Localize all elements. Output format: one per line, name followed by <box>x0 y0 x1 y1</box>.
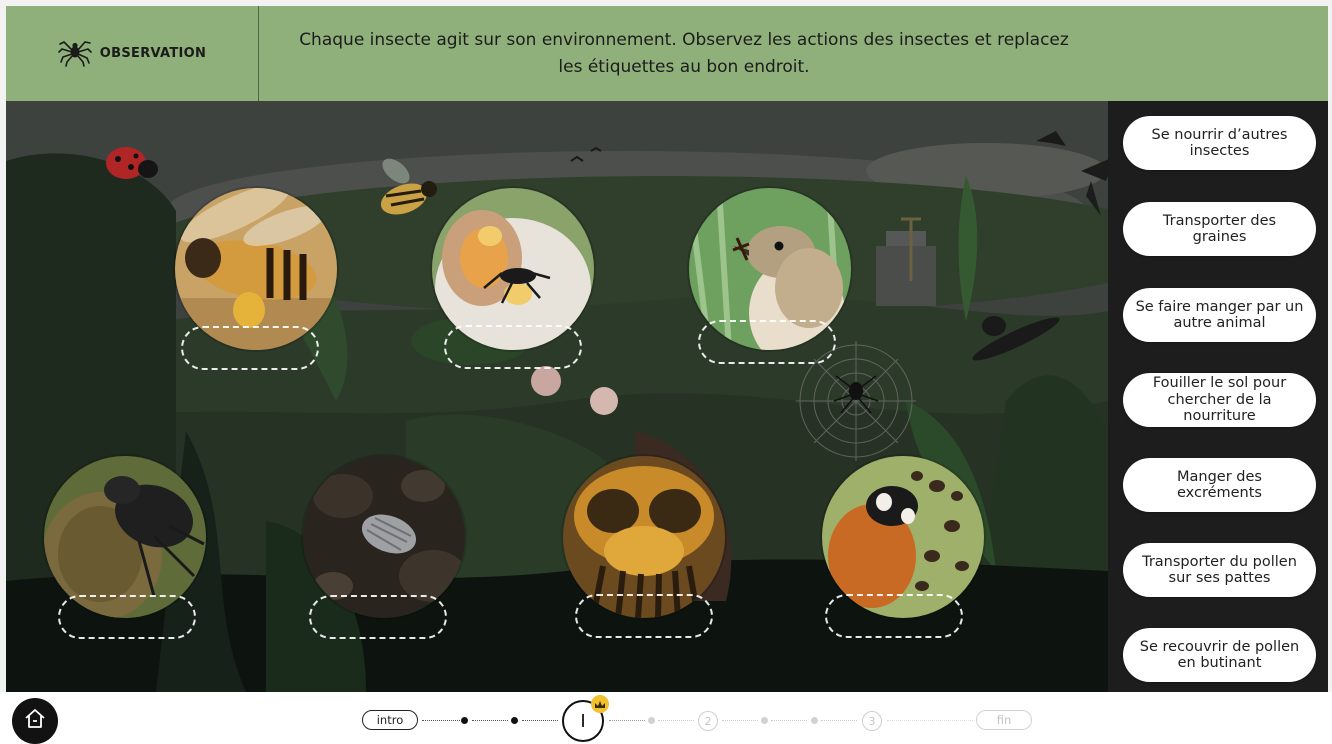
drop-slot-7[interactable] <box>825 594 963 638</box>
photo-woodlouse <box>303 456 465 618</box>
illustrated-scene <box>6 101 1108 692</box>
drop-slot-1[interactable] <box>181 326 319 370</box>
instruction-text: Chaque insecte agit sur son environnemen… <box>299 29 1069 77</box>
home-button[interactable] <box>12 698 58 744</box>
progress-step-3: 3 <box>862 711 882 731</box>
label-chip-5[interactable]: Manger des excréments <box>1123 458 1316 512</box>
section-header: OBSERVATION <box>6 6 259 101</box>
drop-slot-6[interactable] <box>575 594 713 638</box>
label-chip-7[interactable]: Se recouvrir de pollen en butinant <box>1123 628 1316 682</box>
activity-frame: OBSERVATION Chaque insecte agit sur son … <box>6 6 1328 692</box>
section-title: OBSERVATION <box>99 46 207 61</box>
progress-end: fin <box>976 710 1032 730</box>
photo-dung-beetle <box>44 456 206 618</box>
header-bar: OBSERVATION Chaque insecte agit sur son … <box>6 6 1328 101</box>
home-icon <box>23 707 47 735</box>
progress-intro[interactable]: intro <box>362 710 418 730</box>
progress-dot-done[interactable] <box>511 717 518 724</box>
drop-slot-4[interactable] <box>58 595 196 639</box>
progress-connector <box>522 720 558 721</box>
progress-dot-upcoming <box>648 717 655 724</box>
progress-connector <box>422 720 460 721</box>
label-chip-4[interactable]: Fouiller le sol pour chercher de la nour… <box>1123 373 1316 427</box>
drop-slot-5[interactable] <box>309 595 447 639</box>
progress-connector <box>609 720 645 721</box>
progress-connector <box>658 720 694 721</box>
crown-icon <box>594 695 606 714</box>
progress-dot-upcoming <box>811 717 818 724</box>
progress-dot-done[interactable] <box>461 717 468 724</box>
drop-slot-2[interactable] <box>444 325 582 369</box>
progress-track: intro I 2 3 fin <box>360 695 1040 742</box>
spider-icon <box>57 37 92 71</box>
label-chip-2[interactable]: Transporter des graines <box>1123 202 1316 256</box>
label-chip-3[interactable]: Se faire manger par un autre animal <box>1123 288 1316 342</box>
label-chip-6[interactable]: Transporter du pollen sur ses pattes <box>1123 543 1316 597</box>
progress-step-2: 2 <box>698 711 718 731</box>
label-chip-1[interactable]: Se nourrir d’autres insectes <box>1123 116 1316 170</box>
current-step-label: I <box>580 710 586 732</box>
progress-connector <box>472 720 508 721</box>
progress-connector <box>887 720 973 721</box>
footer-bar: intro I 2 3 fin <box>0 692 1332 744</box>
progress-connector <box>722 720 758 721</box>
crown-badge <box>591 695 609 713</box>
progress-connector <box>821 720 857 721</box>
progress-connector <box>771 720 807 721</box>
drop-slot-3[interactable] <box>698 320 836 364</box>
progress-dot-upcoming <box>761 717 768 724</box>
label-panel: Se nourrir d’autres insectes Transporter… <box>1108 101 1328 692</box>
